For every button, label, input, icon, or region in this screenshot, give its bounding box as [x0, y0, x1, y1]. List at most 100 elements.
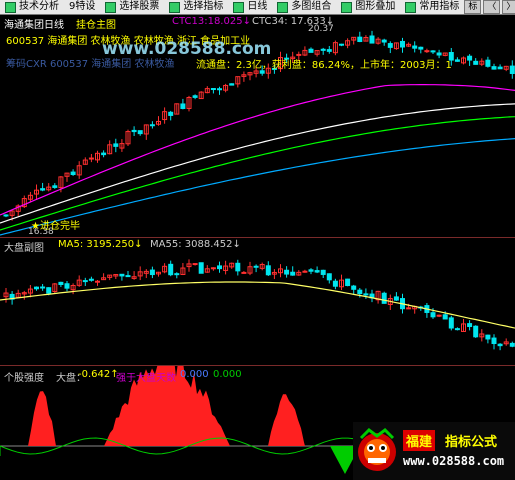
sub-candle — [314, 270, 320, 273]
sub-candle — [393, 296, 399, 301]
sub-candle — [448, 317, 454, 329]
grid-icon — [277, 1, 289, 13]
logo-tag: 福建 — [403, 430, 436, 451]
high-price-label: 20.37 — [308, 24, 334, 34]
market-subchart-panel[interactable]: 大盘副图 MA5: 3195.250↓ MA55: 3088.452↓ — [0, 238, 515, 364]
sub-candle — [82, 280, 88, 283]
sub-candle — [265, 265, 271, 276]
prev-button[interactable]: 〈 — [483, 0, 501, 14]
main-candle — [339, 43, 344, 46]
main-candle — [217, 88, 222, 91]
main-candle — [320, 48, 326, 51]
sub-candle — [290, 271, 296, 276]
main-candle — [369, 35, 375, 44]
main-candle — [491, 66, 497, 70]
menu-daily[interactable]: 日线 — [228, 0, 272, 14]
sub-candle — [46, 287, 52, 294]
main-candle — [509, 65, 515, 74]
sub-candle — [125, 275, 131, 278]
sub-candle — [174, 273, 180, 276]
main-candle — [131, 129, 137, 133]
menu-overlay[interactable]: 图形叠加 — [336, 0, 400, 14]
main-candle — [113, 143, 119, 147]
main-candle — [436, 52, 442, 56]
sub-candle — [497, 343, 503, 347]
sub-candle — [467, 323, 473, 328]
lion-face-icon — [358, 428, 396, 471]
sub-ma5-line — [0, 281, 515, 329]
main-candle — [412, 45, 418, 49]
strength-positive-area — [28, 391, 56, 446]
logo-title: 指标公式 — [445, 435, 498, 450]
main-candle — [357, 36, 363, 43]
main-candle — [259, 70, 265, 74]
sub-candle — [210, 267, 216, 270]
stronger-value-2: 0.000 — [213, 369, 242, 380]
menu-multi-chart[interactable]: 多图组合 — [272, 0, 336, 14]
main-candle — [40, 188, 46, 191]
main-candle — [467, 55, 473, 61]
sub-candle — [436, 314, 442, 317]
sub-candle — [485, 334, 491, 340]
strength-title: 个股强度 — [4, 373, 44, 384]
sub-candle — [326, 273, 332, 281]
next-button[interactable]: 〉 — [502, 0, 515, 14]
main-candle — [387, 43, 393, 48]
main-candle — [192, 95, 198, 98]
sub-title: 大盘副图 — [4, 243, 44, 254]
main-candle — [88, 157, 94, 160]
strength-panel[interactable]: 个股强度 大盘： -0.642↑ 强于大盘天数 0.000 0.000 福建 指… — [0, 366, 515, 480]
sub-candle — [198, 262, 204, 274]
main-candle — [229, 83, 235, 86]
entry-complete-label: ★进仓完毕 — [31, 221, 80, 232]
mark-button[interactable]: 标 — [464, 0, 482, 14]
overlay-icon — [341, 1, 353, 13]
sub-candle — [406, 307, 412, 310]
sub-candle — [302, 270, 308, 273]
calendar-icon — [233, 1, 245, 13]
stock-icon — [105, 1, 117, 13]
sub-candle — [332, 280, 338, 287]
ma34-line — [0, 103, 515, 224]
sub-candle — [284, 269, 290, 275]
sub-candle — [40, 286, 46, 289]
sub-candle — [473, 325, 479, 338]
main-candle — [497, 66, 503, 70]
main-candle — [52, 185, 58, 188]
sub-candle — [351, 285, 357, 290]
sub-chart-svg — [0, 259, 515, 351]
main-candle — [308, 48, 314, 53]
sub-candle — [454, 328, 460, 331]
ma13-line — [0, 84, 515, 216]
menu-common-indicators[interactable]: 常用指标 — [400, 0, 464, 14]
menu-special[interactable]: 9特设 — [64, 0, 100, 14]
menu-select-stock[interactable]: 选择股票 — [100, 0, 164, 14]
menu-technical-analysis[interactable]: 技术分析 — [0, 0, 64, 14]
main-candle — [400, 40, 405, 48]
sub-candle — [253, 265, 259, 268]
main-candle — [70, 171, 76, 176]
main-chart-panel[interactable]: 海通集团日线 挂仓主图 CTC13:18.025↓ CTC34: 17.633↓… — [0, 15, 515, 237]
sub-candle — [235, 262, 241, 272]
main-candle — [3, 214, 9, 217]
dim-info-line: 筹码CXR 600537 海通集团 农林牧渔 — [6, 59, 175, 70]
sub-candle — [363, 293, 369, 296]
toolbar-right-buttons: 标 〈 〉 — [464, 0, 515, 14]
sub-candle — [64, 283, 70, 289]
main-candle — [326, 49, 332, 52]
sub-candle — [34, 286, 39, 290]
logo-url: www.028588.com — [403, 454, 505, 468]
sub-candle — [149, 269, 155, 276]
main-candle — [454, 59, 460, 62]
main-indicator-name: 挂仓主图 — [76, 20, 116, 31]
list-icon — [405, 1, 417, 13]
main-candle — [149, 124, 155, 127]
sub-candle — [442, 314, 448, 320]
main-candle — [430, 50, 436, 53]
sub-candle — [320, 269, 326, 275]
main-candle — [210, 88, 216, 91]
main-candle — [424, 50, 430, 53]
sub-candle — [58, 281, 64, 285]
sub-candle — [88, 278, 94, 281]
menu-select-indicator[interactable]: 选择指标 — [164, 0, 228, 14]
